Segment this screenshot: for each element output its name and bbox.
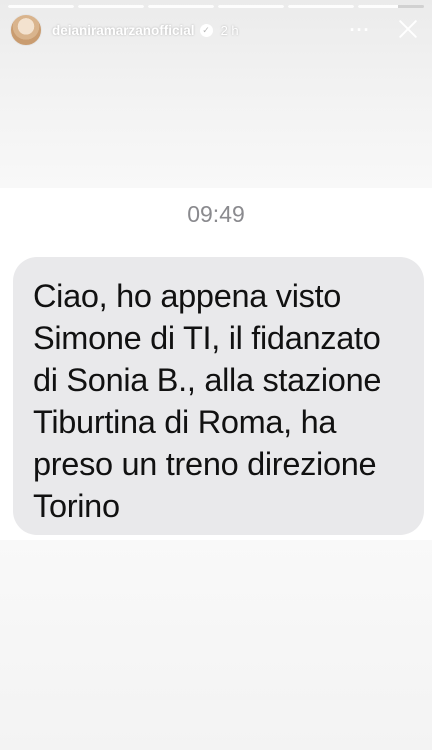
verified-badge-icon: ✓ [199,23,213,37]
message-timestamp: 09:49 [187,201,245,227]
progress-segment-fill [218,5,284,8]
story-progress-bar [8,5,424,8]
progress-segment-fill [148,5,214,8]
progress-segment [288,5,354,8]
progress-segment [358,5,424,8]
avatar[interactable] [10,14,42,46]
progress-segment [218,5,284,8]
username[interactable]: deianiramarzanofficial [52,23,195,38]
story-viewer[interactable]: deianiramarzanofficial ✓ 2 h ··· 09:49 C… [0,0,432,750]
story-header: deianiramarzanofficial ✓ 2 h ··· [10,13,422,47]
progress-segment-fill [358,5,398,8]
message-bubble: Ciao, ho appena visto Simone di TI, il f… [13,257,424,535]
progress-segment-fill [8,5,74,8]
close-icon[interactable] [394,15,422,43]
progress-segment [8,5,74,8]
progress-segment [78,5,144,8]
progress-segment [148,5,214,8]
more-options-icon[interactable]: ··· [346,18,374,42]
time-ago: 2 h [220,22,239,38]
message-text: Ciao, ho appena visto Simone di TI, il f… [33,278,382,524]
progress-segment-fill [78,5,144,8]
bottom-background [0,540,432,750]
progress-segment-fill [288,5,354,8]
